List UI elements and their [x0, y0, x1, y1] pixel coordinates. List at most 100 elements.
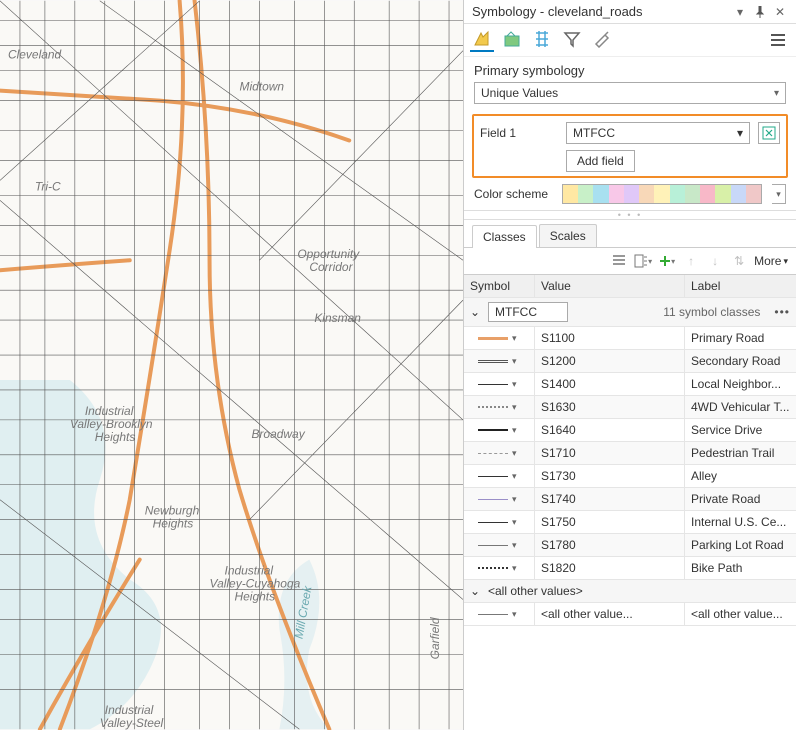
move-down-icon[interactable]: ↓	[706, 252, 724, 270]
svg-text:Industrial: Industrial	[225, 564, 274, 578]
primary-symbology-tab-icon[interactable]	[470, 28, 494, 52]
svg-text:Heights: Heights	[95, 430, 136, 444]
display-filter-icon[interactable]	[560, 28, 584, 52]
symbol-swatch[interactable]	[478, 476, 508, 477]
add-value-icon[interactable]: ▾	[658, 252, 676, 270]
table-row[interactable]: ▾S1820Bike Path	[464, 557, 796, 580]
chevron-down-icon[interactable]: ▾	[512, 563, 520, 574]
sort-icon[interactable]: ⇅	[730, 252, 748, 270]
svg-text:Heights: Heights	[234, 589, 275, 603]
class-tabs: Classes Scales	[464, 220, 796, 248]
more-button[interactable]: More ▾	[754, 254, 788, 268]
advanced-options-icon[interactable]	[590, 28, 614, 52]
chevron-down-icon[interactable]: ▾	[512, 540, 520, 551]
table-row[interactable]: ▾S1740Private Road	[464, 488, 796, 511]
table-row[interactable]: ▾S1100Primary Road	[464, 327, 796, 350]
grid-toolbar: ▾ ▾ ↑ ↓ ⇅ More ▾	[464, 248, 796, 274]
chevron-down-icon[interactable]: ▾	[512, 471, 520, 482]
svg-text:Industrial: Industrial	[85, 404, 134, 418]
pin-icon[interactable]	[752, 5, 768, 19]
group-menu-icon[interactable]: •••	[774, 305, 790, 319]
symbol-swatch[interactable]	[478, 429, 508, 431]
symbol-swatch[interactable]	[478, 406, 508, 408]
table-row[interactable]: ▾S1200Secondary Road	[464, 350, 796, 373]
primary-symbology-select[interactable]: Unique Values ▾	[474, 82, 786, 104]
tab-scales[interactable]: Scales	[539, 224, 597, 247]
chevron-down-icon[interactable]: ▾	[512, 356, 520, 367]
other-values-group[interactable]: ⌄ <all other values>	[464, 580, 796, 603]
chevron-down-icon[interactable]: ⌄	[470, 584, 482, 598]
menu-icon[interactable]	[766, 28, 790, 52]
group-row[interactable]: ⌄ MTFCC 11 symbol classes •••	[464, 298, 796, 327]
table-row[interactable]: ▾S16304WD Vehicular T...	[464, 396, 796, 419]
symbol-swatch[interactable]	[478, 384, 508, 385]
color-scheme-picker[interactable]	[562, 184, 762, 204]
color-scheme-row: Color scheme ▾	[464, 182, 796, 210]
panel-title: Symbology - cleveland_roads	[472, 4, 728, 19]
table-row[interactable]: ▾S1780Parking Lot Road	[464, 534, 796, 557]
table-row[interactable]: ▾S1750Internal U.S. Ce...	[464, 511, 796, 534]
color-scheme-caret[interactable]: ▾	[772, 184, 786, 204]
symbol-layer-drawing-icon[interactable]	[530, 28, 554, 52]
symbology-panel: Symbology - cleveland_roads ▾ ✕ Primary …	[464, 0, 796, 730]
add-field-button[interactable]: Add field	[566, 150, 635, 172]
svg-text:Kinsman: Kinsman	[314, 311, 361, 325]
header-label[interactable]: Label	[684, 275, 796, 297]
tab-classes[interactable]: Classes	[472, 225, 537, 248]
list-view-icon[interactable]	[610, 252, 628, 270]
chevron-down-icon[interactable]: ⌄	[470, 305, 482, 319]
map-view[interactable]: Cleveland Tri-C Industrial Valley-Brookl…	[0, 0, 464, 730]
svg-text:Valley-Steel: Valley-Steel	[100, 716, 164, 730]
svg-text:Newburgh: Newburgh	[145, 504, 200, 518]
symbol-swatch[interactable]	[478, 337, 508, 340]
chevron-down-icon[interactable]: ▾	[512, 402, 520, 413]
chevron-down-icon[interactable]: ▾	[512, 517, 520, 528]
field1-select[interactable]: MTFCC ▾	[566, 122, 750, 144]
vary-symbology-icon[interactable]	[500, 28, 524, 52]
symbol-grid: Symbol Value Label ⌄ MTFCC 11 symbol cla…	[464, 274, 796, 626]
dock-dropdown-icon[interactable]: ▾	[732, 5, 748, 19]
chevron-down-icon[interactable]: ▾	[512, 425, 520, 436]
symbol-swatch[interactable]	[478, 360, 508, 363]
header-value[interactable]: Value	[534, 275, 684, 297]
expression-button[interactable]	[758, 122, 780, 144]
svg-text:Tri-C: Tri-C	[35, 179, 61, 193]
chevron-down-icon[interactable]: ▾	[512, 494, 520, 505]
chevron-down-icon[interactable]: ▾	[512, 448, 520, 459]
symbology-toolbar	[464, 24, 796, 57]
svg-text:Valley-Brooklyn: Valley-Brooklyn	[70, 417, 153, 431]
splitter[interactable]: • • •	[464, 210, 796, 220]
symbol-swatch[interactable]	[478, 522, 508, 523]
list-options-icon[interactable]: ▾	[634, 252, 652, 270]
svg-text:Broadway: Broadway	[251, 427, 305, 441]
chevron-down-icon: ▾	[774, 88, 779, 99]
svg-text:Valley-Cuyahoga: Valley-Cuyahoga	[210, 577, 301, 591]
table-row[interactable]: ▾S1640Service Drive	[464, 419, 796, 442]
svg-text:Corridor: Corridor	[309, 260, 353, 274]
table-row[interactable]: ▾ <all other value... <all other value..…	[464, 603, 796, 626]
field1-highlight: Field 1 MTFCC ▾ Add field	[472, 114, 788, 178]
group-name-input[interactable]: MTFCC	[488, 302, 568, 322]
group-count: 11 symbol classes	[663, 305, 760, 319]
svg-text:Opportunity: Opportunity	[297, 247, 360, 261]
svg-text:Industrial: Industrial	[105, 703, 154, 717]
grid-header: Symbol Value Label	[464, 275, 796, 298]
chevron-down-icon[interactable]: ▾	[512, 609, 520, 620]
table-row[interactable]: ▾S1730Alley	[464, 465, 796, 488]
symbol-swatch[interactable]	[478, 499, 508, 500]
header-symbol[interactable]: Symbol	[464, 275, 534, 297]
svg-text:Garfield: Garfield	[428, 617, 442, 659]
symbol-swatch[interactable]	[478, 453, 508, 454]
table-row[interactable]: ▾S1400Local Neighbor...	[464, 373, 796, 396]
table-row[interactable]: ▾S1710Pedestrian Trail	[464, 442, 796, 465]
symbol-swatch[interactable]	[478, 545, 508, 546]
symbol-swatch[interactable]	[478, 614, 508, 615]
chevron-down-icon[interactable]: ▾	[512, 333, 520, 344]
panel-header: Symbology - cleveland_roads ▾ ✕	[464, 0, 796, 24]
svg-text:Heights: Heights	[153, 517, 194, 531]
symbol-swatch[interactable]	[478, 567, 508, 569]
close-icon[interactable]: ✕	[772, 5, 788, 19]
move-up-icon[interactable]: ↑	[682, 252, 700, 270]
color-scheme-label: Color scheme	[474, 187, 552, 201]
chevron-down-icon[interactable]: ▾	[512, 379, 520, 390]
